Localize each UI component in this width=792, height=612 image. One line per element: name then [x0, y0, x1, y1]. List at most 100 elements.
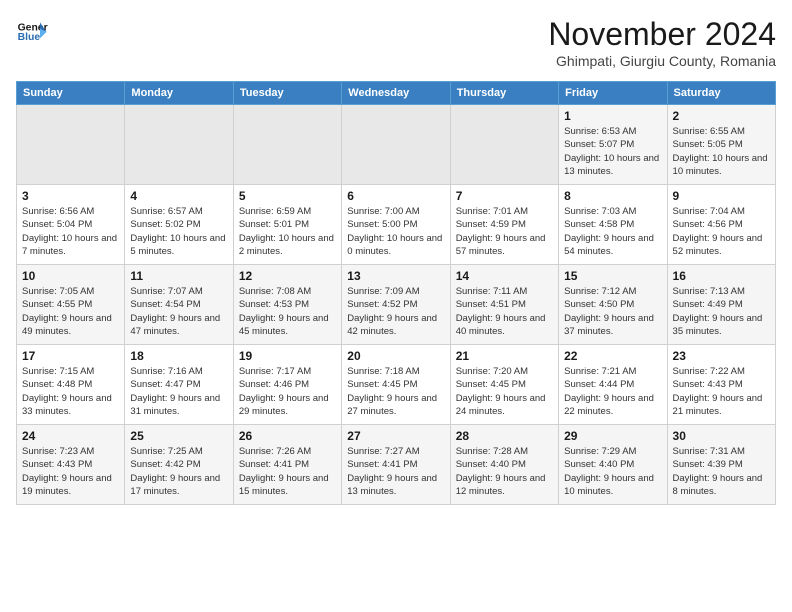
day-number: 22 [564, 349, 661, 363]
calendar-cell [233, 105, 341, 185]
calendar-cell: 13 Sunrise: 7:09 AM Sunset: 4:52 PM Dayli… [342, 265, 450, 345]
title-block: November 2024 Ghimpati, Giurgiu County, … [548, 16, 776, 69]
day-number: 24 [22, 429, 119, 443]
calendar-cell: 30Sunrise: 7:31 AM Sunset: 4:39 PM Dayli… [667, 425, 775, 505]
day-info: Sunrise: 7:18 AM Sunset: 4:45 PM Dayligh… [347, 365, 444, 418]
calendar-cell: 16 Sunrise: 7:13 AM Sunset: 4:49 PM Dayli… [667, 265, 775, 345]
day-number: 16 [673, 269, 770, 283]
calendar-cell [125, 105, 233, 185]
weekday-header-tuesday: Tuesday [233, 82, 341, 105]
weekday-header-saturday: Saturday [667, 82, 775, 105]
calendar-cell: 8Sunrise: 7:03 AM Sunset: 4:58 PM Daylig… [559, 185, 667, 265]
day-number: 7 [456, 189, 553, 203]
calendar-cell: 5 Sunrise: 6:59 AM Sunset: 5:01 PM Daylig… [233, 185, 341, 265]
day-info: Sunrise: 6:57 AM Sunset: 5:02 PM Dayligh… [130, 205, 227, 258]
calendar-cell: 20 Sunrise: 7:18 AM Sunset: 4:45 PM Dayli… [342, 345, 450, 425]
day-info: Sunrise: 7:07 AM Sunset: 4:54 PM Dayligh… [130, 285, 227, 338]
weekday-header-monday: Monday [125, 82, 233, 105]
day-number: 13 [347, 269, 444, 283]
calendar-cell: 10 Sunrise: 7:05 AM Sunset: 4:55 PM Dayli… [17, 265, 125, 345]
day-number: 18 [130, 349, 227, 363]
day-number: 5 [239, 189, 336, 203]
day-info: Sunrise: 7:21 AM Sunset: 4:44 PM Dayligh… [564, 365, 661, 418]
calendar-cell: 22 Sunrise: 7:21 AM Sunset: 4:44 PM Dayli… [559, 345, 667, 425]
day-info: Sunrise: 7:00 AM Sunset: 5:00 PM Dayligh… [347, 205, 444, 258]
calendar-cell: 29 Sunrise: 7:29 AM Sunset: 4:40 PM Dayli… [559, 425, 667, 505]
day-info: Sunrise: 7:11 AM Sunset: 4:51 PM Dayligh… [456, 285, 553, 338]
day-info: Sunrise: 7:08 AM Sunset: 4:53 PM Dayligh… [239, 285, 336, 338]
calendar-cell: 26Sunrise: 7:26 AM Sunset: 4:41 PM Dayli… [233, 425, 341, 505]
day-info: Sunrise: 7:03 AM Sunset: 4:58 PM Dayligh… [564, 205, 661, 258]
day-number: 29 [564, 429, 661, 443]
day-info: Sunrise: 7:17 AM Sunset: 4:46 PM Dayligh… [239, 365, 336, 418]
calendar-week-4: 17Sunrise: 7:15 AM Sunset: 4:48 PM Dayli… [17, 345, 776, 425]
day-number: 19 [239, 349, 336, 363]
day-info: Sunrise: 7:16 AM Sunset: 4:47 PM Dayligh… [130, 365, 227, 418]
calendar-cell: 18 Sunrise: 7:16 AM Sunset: 4:47 PM Dayli… [125, 345, 233, 425]
weekday-header-row: SundayMondayTuesdayWednesdayThursdayFrid… [17, 82, 776, 105]
day-number: 12 [239, 269, 336, 283]
day-number: 28 [456, 429, 553, 443]
calendar-cell: 15Sunrise: 7:12 AM Sunset: 4:50 PM Dayli… [559, 265, 667, 345]
day-info: Sunrise: 7:13 AM Sunset: 4:49 PM Dayligh… [673, 285, 770, 338]
day-info: Sunrise: 7:27 AM Sunset: 4:41 PM Dayligh… [347, 445, 444, 498]
weekday-header-thursday: Thursday [450, 82, 558, 105]
day-number: 25 [130, 429, 227, 443]
calendar-cell: 23Sunrise: 7:22 AM Sunset: 4:43 PM Dayli… [667, 345, 775, 425]
calendar-cell: 28 Sunrise: 7:28 AM Sunset: 4:40 PM Dayli… [450, 425, 558, 505]
day-info: Sunrise: 7:05 AM Sunset: 4:55 PM Dayligh… [22, 285, 119, 338]
day-number: 14 [456, 269, 553, 283]
day-number: 9 [673, 189, 770, 203]
calendar-body: 1 Sunrise: 6:53 AM Sunset: 5:07 PM Daylig… [17, 105, 776, 505]
calendar-cell: 14 Sunrise: 7:11 AM Sunset: 4:51 PM Dayli… [450, 265, 558, 345]
day-info: Sunrise: 7:28 AM Sunset: 4:40 PM Dayligh… [456, 445, 553, 498]
calendar-week-2: 3Sunrise: 6:56 AM Sunset: 5:04 PM Daylig… [17, 185, 776, 265]
calendar-cell: 24Sunrise: 7:23 AM Sunset: 4:43 PM Dayli… [17, 425, 125, 505]
calendar-cell: 27Sunrise: 7:27 AM Sunset: 4:41 PM Dayli… [342, 425, 450, 505]
day-number: 11 [130, 269, 227, 283]
svg-text:Blue: Blue [18, 32, 41, 43]
logo-icon: General Blue [16, 16, 48, 48]
calendar-cell: 7 Sunrise: 7:01 AM Sunset: 4:59 PM Daylig… [450, 185, 558, 265]
day-number: 1 [564, 109, 661, 123]
day-info: Sunrise: 6:59 AM Sunset: 5:01 PM Dayligh… [239, 205, 336, 258]
calendar-cell [17, 105, 125, 185]
day-number: 10 [22, 269, 119, 283]
calendar-cell: 19 Sunrise: 7:17 AM Sunset: 4:46 PM Dayli… [233, 345, 341, 425]
calendar-cell [450, 105, 558, 185]
day-info: Sunrise: 7:09 AM Sunset: 4:52 PM Dayligh… [347, 285, 444, 338]
day-info: Sunrise: 7:04 AM Sunset: 4:56 PM Dayligh… [673, 205, 770, 258]
day-info: Sunrise: 7:25 AM Sunset: 4:42 PM Dayligh… [130, 445, 227, 498]
calendar-table: SundayMondayTuesdayWednesdayThursdayFrid… [16, 81, 776, 505]
calendar-cell: 21 Sunrise: 7:20 AM Sunset: 4:45 PM Dayli… [450, 345, 558, 425]
calendar-cell: 4Sunrise: 6:57 AM Sunset: 5:02 PM Daylig… [125, 185, 233, 265]
calendar-cell: 1 Sunrise: 6:53 AM Sunset: 5:07 PM Daylig… [559, 105, 667, 185]
day-number: 2 [673, 109, 770, 123]
location-subtitle: Ghimpati, Giurgiu County, Romania [548, 53, 776, 69]
day-number: 20 [347, 349, 444, 363]
logo: General Blue [16, 16, 48, 48]
day-info: Sunrise: 7:26 AM Sunset: 4:41 PM Dayligh… [239, 445, 336, 498]
calendar-cell: 3Sunrise: 6:56 AM Sunset: 5:04 PM Daylig… [17, 185, 125, 265]
calendar-week-3: 10 Sunrise: 7:05 AM Sunset: 4:55 PM Dayli… [17, 265, 776, 345]
weekday-header-sunday: Sunday [17, 82, 125, 105]
day-info: Sunrise: 7:12 AM Sunset: 4:50 PM Dayligh… [564, 285, 661, 338]
calendar-header: SundayMondayTuesdayWednesdayThursdayFrid… [17, 82, 776, 105]
calendar-cell [342, 105, 450, 185]
calendar-cell: 17Sunrise: 7:15 AM Sunset: 4:48 PM Dayli… [17, 345, 125, 425]
weekday-header-friday: Friday [559, 82, 667, 105]
weekday-header-wednesday: Wednesday [342, 82, 450, 105]
day-info: Sunrise: 7:20 AM Sunset: 4:45 PM Dayligh… [456, 365, 553, 418]
page-header: General Blue November 2024 Ghimpati, Giu… [16, 16, 776, 69]
day-number: 21 [456, 349, 553, 363]
calendar-cell: 11 Sunrise: 7:07 AM Sunset: 4:54 PM Dayli… [125, 265, 233, 345]
day-info: Sunrise: 7:01 AM Sunset: 4:59 PM Dayligh… [456, 205, 553, 258]
day-info: Sunrise: 6:55 AM Sunset: 5:05 PM Dayligh… [673, 125, 770, 178]
day-number: 17 [22, 349, 119, 363]
calendar-week-5: 24Sunrise: 7:23 AM Sunset: 4:43 PM Dayli… [17, 425, 776, 505]
day-number: 30 [673, 429, 770, 443]
day-info: Sunrise: 6:53 AM Sunset: 5:07 PM Dayligh… [564, 125, 661, 178]
day-info: Sunrise: 7:29 AM Sunset: 4:40 PM Dayligh… [564, 445, 661, 498]
calendar-cell: 2 Sunrise: 6:55 AM Sunset: 5:05 PM Daylig… [667, 105, 775, 185]
day-number: 23 [673, 349, 770, 363]
